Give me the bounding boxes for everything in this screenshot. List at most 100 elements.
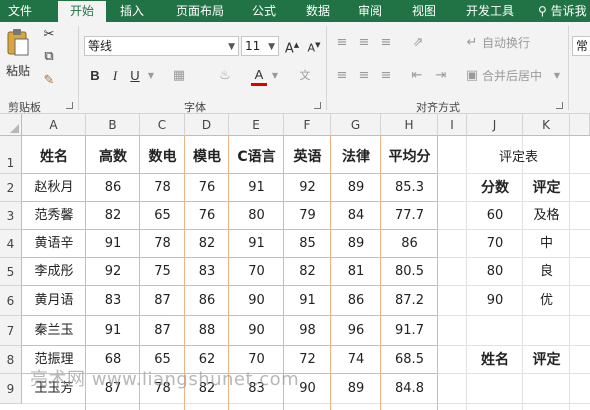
chevron-down-icon[interactable]: ▼ — [146, 67, 156, 85]
format-painter-icon[interactable]: ✎ — [40, 72, 58, 90]
rating-score-cell[interactable]: 70 — [467, 230, 523, 258]
decrease-indent-icon[interactable]: ⇤ — [408, 67, 426, 85]
clipboard-launcher-icon[interactable] — [66, 102, 73, 109]
score-cell[interactable]: 85.3 — [381, 174, 438, 202]
rating-title-cell[interactable]: 评定表 — [467, 136, 570, 174]
cut-icon[interactable]: ✂ — [40, 26, 58, 44]
tab-view[interactable]: 视图 — [406, 0, 442, 22]
header-cell[interactable]: 模电 — [185, 136, 229, 174]
column-header-f[interactable]: F — [284, 114, 331, 136]
score-cell[interactable]: 84.8 — [381, 374, 438, 404]
row-header-1[interactable]: 1 — [0, 136, 22, 174]
score-cell[interactable]: 88 — [185, 316, 229, 346]
score-cell[interactable]: 78 — [140, 174, 185, 202]
lookup-head-cell[interactable]: 姓名 — [467, 346, 523, 374]
score-cell[interactable]: 80 — [229, 202, 284, 230]
wrap-text-icon[interactable]: ↵ — [464, 34, 480, 52]
name-cell[interactable]: 赵秋月 — [22, 174, 86, 202]
score-cell[interactable]: 86 — [185, 286, 229, 316]
paste-icon[interactable] — [6, 28, 30, 58]
score-cell[interactable]: 76 — [185, 202, 229, 230]
score-cell[interactable]: 96 — [331, 316, 381, 346]
header-cell[interactable]: 平均分 — [381, 136, 438, 174]
column-header-a[interactable]: A — [22, 114, 86, 136]
rating-score-cell[interactable]: 80 — [467, 258, 523, 286]
name-cell[interactable]: 黄月语 — [22, 286, 86, 316]
wrap-text-button[interactable]: 自动换行 — [482, 34, 538, 52]
rating-grade-cell[interactable]: 优 — [523, 286, 570, 316]
row-header-9[interactable]: 9 — [0, 374, 22, 404]
score-cell[interactable]: 91 — [86, 316, 140, 346]
score-cell[interactable]: 68.5 — [381, 346, 438, 374]
score-cell[interactable]: 87.2 — [381, 286, 438, 316]
italic-button[interactable]: I — [108, 67, 122, 85]
tab-home[interactable]: 开始 — [58, 1, 106, 22]
row-header-4[interactable]: 4 — [0, 230, 22, 258]
score-cell[interactable]: 84 — [331, 202, 381, 230]
row-header-5[interactable]: 5 — [0, 258, 22, 286]
score-cell[interactable]: 92 — [86, 258, 140, 286]
align-left-icon[interactable]: ≡ — [334, 67, 350, 85]
score-cell[interactable]: 85 — [284, 230, 331, 258]
tab-developer[interactable]: 开发工具 — [460, 0, 520, 22]
score-cell[interactable]: 78 — [140, 230, 185, 258]
row-header-8[interactable]: 8 — [0, 346, 22, 374]
merge-center-icon[interactable]: ▣ — [464, 67, 480, 85]
score-cell[interactable]: 89 — [331, 174, 381, 202]
rating-score-cell[interactable]: 60 — [467, 202, 523, 230]
score-cell[interactable]: 91 — [86, 230, 140, 258]
score-cell[interactable]: 98 — [284, 316, 331, 346]
name-cell[interactable]: 秦兰玉 — [22, 316, 86, 346]
score-cell[interactable]: 65 — [140, 202, 185, 230]
column-header-c[interactable]: C — [140, 114, 185, 136]
underline-button[interactable]: U — [128, 67, 142, 85]
column-header-d[interactable]: D — [185, 114, 229, 136]
column-header-h[interactable]: H — [381, 114, 438, 136]
tab-page-layout[interactable]: 页面布局 — [170, 0, 230, 22]
phonetic-icon[interactable]: 文 — [296, 67, 314, 85]
score-cell[interactable]: 82 — [284, 258, 331, 286]
score-cell[interactable]: 82 — [185, 230, 229, 258]
tab-insert[interactable]: 插入 — [114, 0, 150, 22]
rating-grade-cell[interactable]: 中 — [523, 230, 570, 258]
column-header-j[interactable]: J — [467, 114, 523, 136]
grow-font-button[interactable]: A▲ — [284, 36, 300, 56]
rating-score-cell[interactable]: 90 — [467, 286, 523, 316]
name-cell[interactable]: 李成彤 — [22, 258, 86, 286]
score-cell[interactable]: 80.5 — [381, 258, 438, 286]
font-launcher-icon[interactable] — [314, 102, 321, 109]
header-cell[interactable]: C语言 — [229, 136, 284, 174]
score-cell[interactable]: 83 — [185, 258, 229, 286]
score-cell[interactable]: 82 — [86, 202, 140, 230]
column-header-k[interactable]: K — [523, 114, 570, 136]
score-cell[interactable]: 90 — [229, 316, 284, 346]
align-bottom-icon[interactable]: ≡ — [378, 34, 394, 52]
score-cell[interactable]: 87 — [140, 316, 185, 346]
header-cell[interactable]: 数电 — [140, 136, 185, 174]
orientation-icon[interactable]: ⇗ — [408, 34, 428, 52]
tab-review[interactable]: 审阅 — [352, 0, 388, 22]
row-header-3[interactable]: 3 — [0, 202, 22, 230]
rating-grade-cell[interactable]: 良 — [523, 258, 570, 286]
score-cell[interactable]: 76 — [185, 174, 229, 202]
border-icon[interactable]: ▦ — [170, 67, 188, 85]
score-cell[interactable]: 91 — [229, 230, 284, 258]
chevron-down-icon[interactable]: ▼ — [552, 67, 562, 85]
header-cell[interactable]: 姓名 — [22, 136, 86, 174]
column-header-b[interactable]: B — [86, 114, 140, 136]
column-header-g[interactable]: G — [331, 114, 381, 136]
lookup-head-cell[interactable]: 评定 — [523, 346, 570, 374]
score-cell[interactable]: 70 — [229, 258, 284, 286]
font-name-select[interactable]: 等线 ▼ — [84, 36, 239, 56]
score-cell[interactable]: 87 — [140, 286, 185, 316]
row-header-2[interactable]: 2 — [0, 174, 22, 202]
font-size-select[interactable]: 11 ▼ — [241, 36, 279, 56]
header-cell[interactable]: 法律 — [331, 136, 381, 174]
score-cell[interactable]: 89 — [331, 230, 381, 258]
name-cell[interactable]: 范秀馨 — [22, 202, 86, 230]
font-color-button[interactable]: A — [252, 66, 266, 84]
tell-me-search[interactable]: ⚲ 告诉我 — [538, 0, 590, 22]
row-header-7[interactable]: 7 — [0, 316, 22, 346]
rating-head-cell[interactable]: 分数 — [467, 174, 523, 202]
score-cell[interactable]: 91 — [284, 286, 331, 316]
